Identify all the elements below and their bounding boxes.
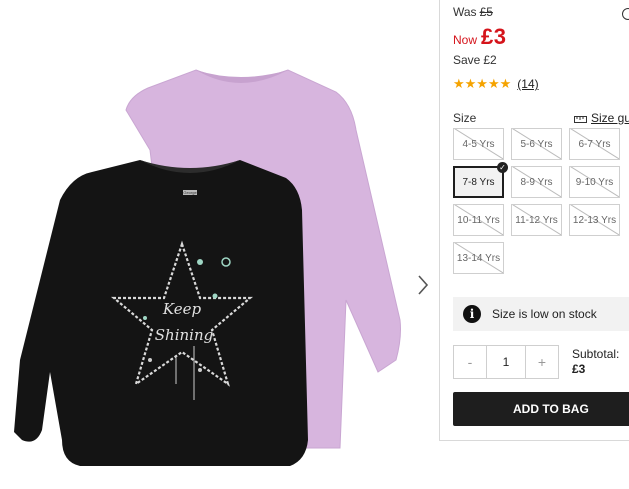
tshirt-image: George Keep Shining	[14, 69, 401, 466]
add-to-bag-button[interactable]: ADD TO BAG	[453, 392, 629, 426]
product-image: George Keep Shining	[0, 0, 435, 484]
size-option-label: 12-13 Yrs	[572, 214, 617, 226]
ruler-icon	[574, 116, 587, 123]
now-label: Now	[453, 33, 478, 47]
now-value: £3	[481, 24, 507, 49]
size-guide-label: Size gu	[591, 111, 629, 125]
size-option-label: 5-6 Yrs	[520, 138, 553, 150]
size-option[interactable]: 13-14 Yrs	[453, 242, 504, 274]
size-option[interactable]: 8-9 Yrs	[511, 166, 562, 198]
svg-text:George: George	[183, 190, 197, 195]
quantity-stepper: - 1 +	[453, 345, 559, 379]
size-label: Size	[453, 111, 477, 125]
svg-text:Keep: Keep	[162, 300, 202, 318]
size-option-label: 7-8 Yrs	[462, 176, 495, 188]
checkmark-icon: ✓	[497, 162, 508, 173]
now-price: Now £3	[453, 24, 507, 50]
size-option[interactable]: 11-12 Yrs	[511, 204, 562, 236]
star-rating-icon: ★★★★★	[453, 76, 512, 91]
save-amount: Save £2	[453, 53, 497, 67]
size-option-label: 4-5 Yrs	[462, 138, 495, 150]
size-option-selected[interactable]: 7-8 Yrs ✓	[453, 162, 508, 198]
rating: ★★★★★ (14)	[453, 76, 539, 92]
size-option-label: 13-14 Yrs	[456, 252, 501, 264]
quantity-input[interactable]: 1	[487, 345, 525, 379]
size-option[interactable]: 9-10 Yrs	[569, 166, 620, 198]
subtotal-label: Subtotal:	[572, 347, 620, 361]
size-option[interactable]: 6-7 Yrs	[569, 128, 620, 160]
was-label: Was	[453, 5, 477, 19]
was-value: £5	[479, 5, 493, 19]
svg-text:Shining: Shining	[155, 326, 213, 344]
size-option[interactable]: 5-6 Yrs	[511, 128, 562, 160]
size-option-label: 9-10 Yrs	[575, 176, 614, 188]
size-option[interactable]: 4-5 Yrs	[453, 128, 504, 160]
size-option-label: 10-11 Yrs	[457, 214, 500, 226]
size-option-label: 6-7 Yrs	[578, 138, 611, 150]
stock-message: Size is low on stock	[492, 307, 597, 321]
save-value: £2	[483, 53, 497, 67]
review-count-link[interactable]: (14)	[517, 77, 538, 91]
size-option[interactable]: 10-11 Yrs	[453, 204, 504, 236]
close-icon[interactable]	[622, 8, 629, 20]
chevron-right-icon[interactable]	[413, 272, 433, 298]
save-label: Save	[453, 53, 481, 67]
decrease-quantity-button[interactable]: -	[453, 345, 487, 379]
stock-notice: i Size is low on stock	[453, 297, 629, 331]
size-guide-link[interactable]: Size gu	[574, 111, 629, 125]
size-option-label: 8-9 Yrs	[520, 176, 553, 188]
size-option-label: 11-12 Yrs	[515, 214, 558, 226]
was-price: Was £5	[453, 5, 493, 19]
size-option[interactable]: 12-13 Yrs	[569, 204, 620, 236]
subtotal: Subtotal: £3	[572, 347, 619, 377]
increase-quantity-button[interactable]: +	[525, 345, 559, 379]
subtotal-value: £3	[572, 362, 586, 376]
info-icon: i	[463, 305, 481, 323]
